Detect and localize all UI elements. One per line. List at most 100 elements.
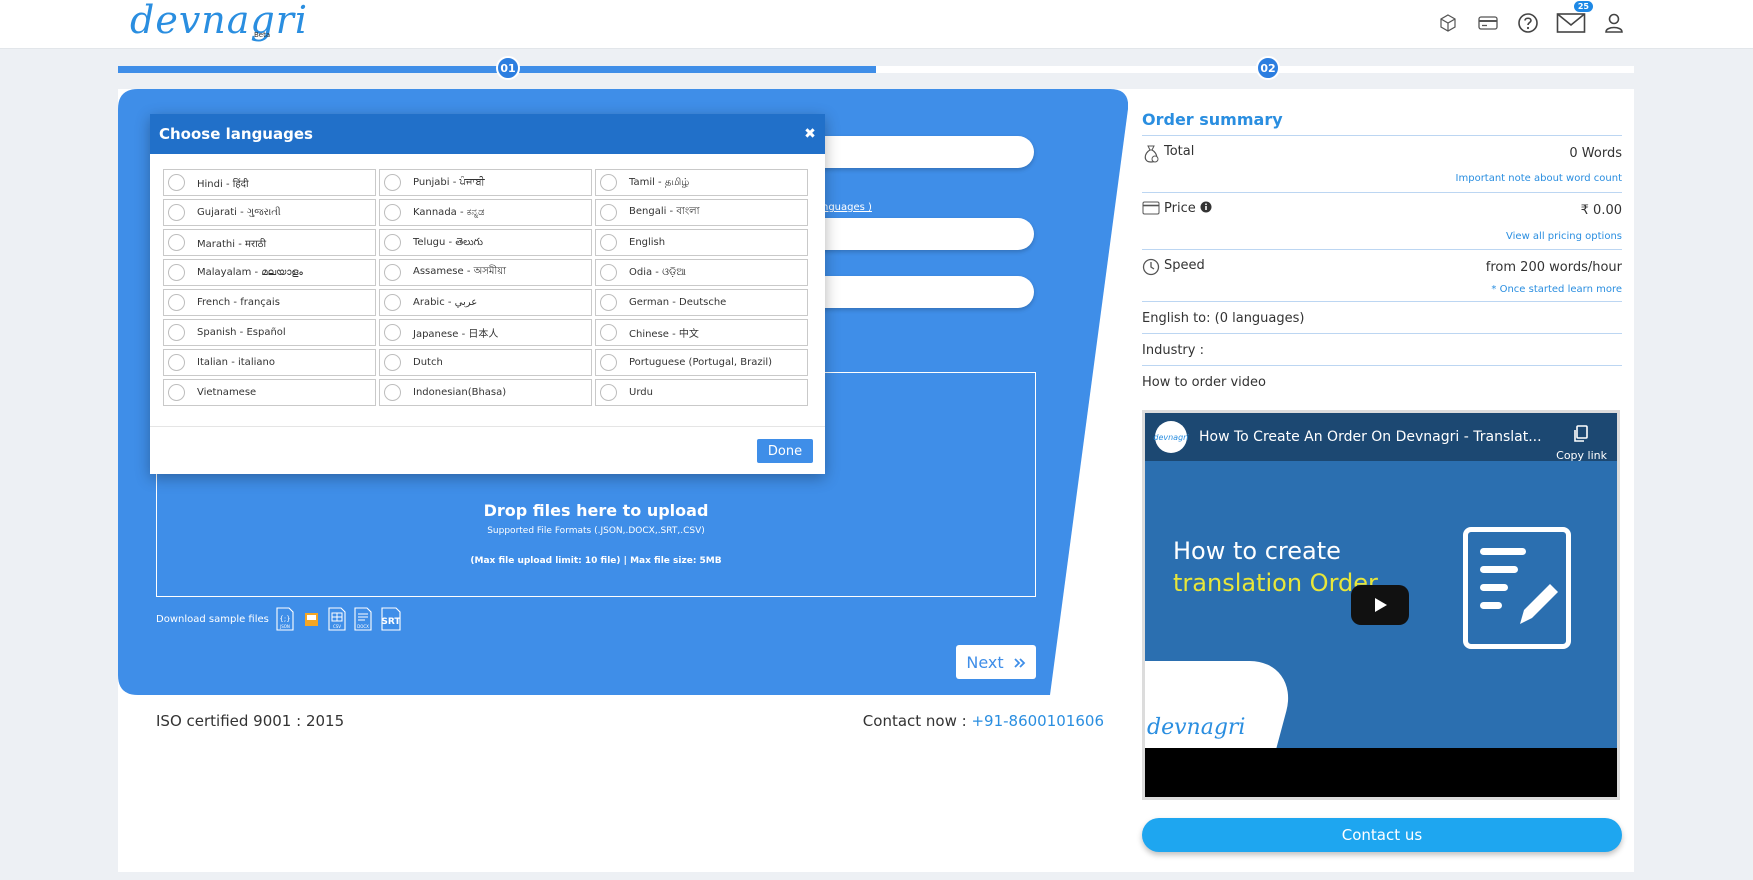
modal-title: Choose languages [159, 125, 313, 143]
mail-icon[interactable]: 25 [1555, 1, 1593, 36]
language-radio[interactable] [168, 324, 185, 341]
language-radio[interactable] [168, 174, 185, 191]
video-thumbnail[interactable]: devnagri How to create translation Order… [1145, 413, 1617, 748]
language-label: Malayalam - മലയാളം [197, 267, 303, 278]
close-icon[interactable]: ✖ [798, 126, 822, 142]
language-radio[interactable] [168, 204, 185, 221]
language-radio[interactable] [168, 384, 185, 401]
language-option[interactable]: Bengali - বাংলা [595, 199, 808, 226]
order-summary: Order summary Total 0 Words Important no… [1142, 110, 1622, 397]
play-button[interactable] [1351, 585, 1409, 625]
box-icon[interactable] [1435, 10, 1461, 36]
language-option[interactable]: Malayalam - മലയാളം [163, 259, 376, 286]
word-count-note-link[interactable]: Important note about word count [1456, 173, 1622, 184]
video-headline-2: translation Order [1173, 569, 1378, 597]
pricing-options-link[interactable]: View all pricing options [1506, 231, 1622, 242]
language-option[interactable]: Marathi - मराठी [163, 229, 376, 256]
language-radio[interactable] [600, 384, 617, 401]
video-headline-1: How to create [1173, 537, 1341, 565]
total-label: Total [1164, 144, 1195, 159]
total-value: 0 Words [1569, 146, 1622, 161]
language-option[interactable]: Urdu [595, 379, 808, 406]
srt-file-icon[interactable]: SRT [379, 607, 403, 631]
info-icon[interactable] [1200, 201, 1212, 213]
language-option[interactable]: Gujarati - ગુજરાતી [163, 199, 376, 226]
language-radio[interactable] [600, 294, 617, 311]
language-option[interactable]: Indonesian(Bhasa) [379, 379, 592, 406]
language-option[interactable]: Odia - ଓଡ଼ିଆ [595, 259, 808, 286]
language-radio[interactable] [384, 264, 401, 281]
copy-icon[interactable] [1573, 425, 1589, 447]
how-to-order-video[interactable]: devnagri How to create translation Order… [1142, 410, 1620, 800]
progress-track [118, 66, 1634, 73]
language-radio[interactable] [168, 294, 185, 311]
language-option[interactable]: Tamil - தமிழ் [595, 169, 808, 196]
csv-file-icon[interactable]: CSV [327, 607, 347, 631]
contact-us-button[interactable]: Contact us [1142, 818, 1622, 852]
language-radio[interactable] [384, 324, 401, 341]
json-file-icon[interactable]: {;} JSON [275, 607, 295, 631]
copy-link-label[interactable]: Copy link [1556, 449, 1607, 462]
language-option[interactable]: Assamese - অসমীয়া [379, 259, 592, 286]
done-button[interactable]: Done [757, 439, 813, 463]
language-radio[interactable] [600, 234, 617, 251]
language-option[interactable]: Japanese - 日本人 [379, 319, 592, 346]
language-option[interactable]: Italian - italiano [163, 349, 376, 376]
language-radio[interactable] [384, 174, 401, 191]
language-option[interactable]: Spanish - Español [163, 319, 376, 346]
language-radio[interactable] [168, 234, 185, 251]
next-button[interactable]: Next [956, 645, 1036, 679]
contact-phone-link[interactable]: +91-8600101606 [971, 712, 1104, 730]
step-2-dot: 02 [1256, 56, 1280, 80]
language-label: Spanish - Español [197, 327, 286, 338]
user-icon[interactable] [1601, 10, 1627, 36]
language-radio[interactable] [384, 354, 401, 371]
languages-link[interactable]: nguages ) [822, 202, 872, 213]
form-input-3[interactable] [800, 276, 1034, 308]
language-option[interactable]: Telugu - తెలుగు [379, 229, 592, 256]
language-option[interactable]: Portuguese (Portugal, Brazil) [595, 349, 808, 376]
modal-header: Choose languages ✖ [150, 114, 825, 154]
language-radio[interactable] [384, 384, 401, 401]
contact-now: Contact now : +91-8600101606 [863, 712, 1104, 730]
language-radio[interactable] [384, 294, 401, 311]
card-icon[interactable] [1475, 10, 1501, 36]
language-option[interactable]: French - français [163, 289, 376, 316]
language-option[interactable]: Dutch [379, 349, 592, 376]
language-label: Indonesian(Bhasa) [413, 387, 507, 398]
language-radio[interactable] [384, 204, 401, 221]
speed-learn-more-link[interactable]: * Once started learn more [1491, 284, 1622, 295]
language-radio[interactable] [168, 264, 185, 281]
language-radio[interactable] [168, 354, 185, 371]
language-radio[interactable] [600, 354, 617, 371]
language-option[interactable]: Arabic - عربي [379, 289, 592, 316]
form-input-2[interactable] [800, 218, 1034, 250]
language-option[interactable]: English [595, 229, 808, 256]
language-option[interactable]: Kannada - ಕನ್ನಡ [379, 199, 592, 226]
language-option[interactable]: Vietnamese [163, 379, 376, 406]
language-radio[interactable] [600, 204, 617, 221]
double-chevron-right-icon [1014, 653, 1026, 672]
help-icon[interactable] [1515, 10, 1541, 36]
language-option[interactable]: Hindi - हिंदी [163, 169, 376, 196]
language-label: Hindi - हिंदी [197, 178, 249, 190]
devnagri-logo[interactable]: devnagri Beta [130, 0, 307, 44]
language-radio[interactable] [384, 234, 401, 251]
language-radio[interactable] [600, 324, 617, 341]
language-option[interactable]: German - Deutsche [595, 289, 808, 316]
form-input-1[interactable] [800, 136, 1034, 168]
next-label: Next [966, 652, 1004, 672]
document-edit-icon [1463, 527, 1571, 649]
contact-now-label: Contact now : [862, 712, 967, 730]
language-option[interactable]: Punjabi - ਪੰਜਾਬੀ [379, 169, 592, 196]
docx-file-icon[interactable]: DOCX [353, 607, 373, 631]
language-label: Arabic - عربي [413, 297, 478, 308]
video-title[interactable]: How To Create An Order On Devnagri - Tra… [1199, 429, 1542, 445]
language-radio[interactable] [600, 174, 617, 191]
money-bag-icon [1142, 144, 1160, 163]
language-option[interactable]: Chinese - 中文 [595, 319, 808, 346]
language-label: Odia - ଓଡ଼ିଆ [629, 267, 687, 278]
channel-avatar[interactable]: devnagri [1153, 421, 1189, 453]
language-radio[interactable] [600, 264, 617, 281]
xml-file-icon[interactable] [301, 607, 321, 631]
